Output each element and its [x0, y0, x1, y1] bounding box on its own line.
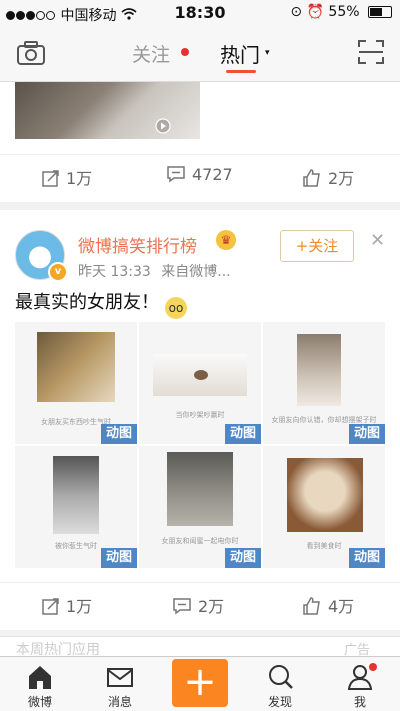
compose-button[interactable]: +: [172, 659, 228, 707]
active-tab-indicator: [226, 70, 256, 73]
action-bar: 1万 2万 4万: [0, 582, 400, 623]
dog-photo: [297, 334, 341, 406]
cat-photo: [53, 456, 99, 534]
alarm-icon: ⏰: [306, 4, 324, 20]
battery-percent: 55%: [328, 4, 360, 20]
grid-image[interactable]: 看到美食时 动图: [263, 446, 385, 568]
gif-badge: 动图: [225, 548, 261, 568]
gif-badge: 动图: [349, 424, 385, 444]
cat-photo: [37, 332, 115, 402]
tab-home[interactable]: 微博: [0, 657, 80, 711]
repost-button[interactable]: 1万: [42, 165, 92, 189]
tab-label: 消息: [107, 695, 132, 709]
comment-icon: [167, 166, 185, 183]
rotation-lock-icon: ⊙: [290, 4, 303, 20]
action-bar: 1万 4727 2万: [0, 154, 400, 195]
camera-icon[interactable]: [16, 40, 46, 70]
comment-button[interactable]: 4727: [166, 165, 233, 184]
comment-count: 4727: [192, 165, 233, 184]
envelope-icon: [107, 668, 133, 687]
tab-follow[interactable]: 关注: [132, 40, 170, 67]
post-username[interactable]: 微博搞笑排行榜: [78, 232, 197, 257]
repost-count: 1万: [66, 169, 93, 188]
chevron-down-icon[interactable]: ▾: [265, 48, 270, 58]
status-right: ⊙ ⏰ 55%: [290, 4, 392, 20]
repost-button[interactable]: 1万: [42, 593, 92, 617]
tab-me[interactable]: 我: [320, 657, 400, 711]
gif-badge: 动图: [225, 424, 261, 444]
grid-image[interactable]: 女朋友向你认错，你却想摆架子时 动图: [263, 322, 385, 444]
grid-image[interactable]: 女朋友和闺蜜一起电你时 动图: [139, 446, 261, 568]
image-caption: 女朋友和闺蜜一起电你时: [161, 537, 239, 545]
tab-discover[interactable]: 发现: [240, 657, 320, 711]
emoji-icon: oo: [165, 297, 187, 319]
close-icon[interactable]: ✕: [370, 230, 385, 251]
feed-card: v 微博搞笑排行榜 ♛ 昨天 13:33 来自微博... +关注 ✕ 最真实的女…: [0, 210, 400, 630]
status-bar: 中国移动 18:30 ⊙ ⏰ 55%: [0, 0, 400, 26]
post-meta: 昨天 13:33 来自微博...: [78, 261, 231, 281]
verified-badge-icon: v: [48, 262, 68, 282]
tab-label: 发现: [267, 695, 292, 709]
comment-count: 2万: [198, 597, 225, 616]
grid-image[interactable]: 被你惹生气时 动图: [15, 446, 137, 568]
notification-dot: [369, 663, 377, 671]
home-icon: [29, 666, 51, 689]
play-icon: [155, 118, 171, 134]
like-button[interactable]: 4万: [302, 593, 354, 617]
grid-image[interactable]: 当你吵架吵赢时 动图: [139, 322, 261, 444]
like-count: 2万: [328, 169, 355, 188]
repost-count: 1万: [66, 597, 93, 616]
scan-icon[interactable]: [358, 40, 384, 68]
dogs-photo: [167, 452, 233, 526]
gif-badge: 动图: [349, 548, 385, 568]
image-caption: 当你吵架吵赢时: [175, 411, 225, 419]
like-count: 4万: [328, 597, 355, 616]
grid-image[interactable]: 女朋友买东西吵生气时 动图: [15, 322, 137, 444]
dog-photo: [287, 458, 363, 532]
thumbs-up-icon: [303, 597, 320, 615]
follow-button[interactable]: +关注: [280, 230, 354, 262]
tab-label: 微博: [27, 695, 52, 709]
crown-icon: ♛: [216, 230, 236, 250]
battery-icon: [368, 6, 392, 18]
top-nav: 关注 热门 ▾: [0, 26, 400, 82]
tab-messages[interactable]: 消息: [80, 657, 160, 711]
post-text-content: 最真实的女朋友！: [15, 292, 159, 313]
comment-button[interactable]: 2万: [172, 593, 224, 617]
gif-badge: 动图: [101, 424, 137, 444]
post-source: 来自微博...: [161, 264, 231, 280]
repost-icon: [42, 170, 59, 187]
thumbs-up-icon: [303, 169, 320, 187]
search-icon: [269, 665, 293, 689]
tab-label: 我: [353, 695, 366, 709]
bottom-tab-bar: 微博 消息 + 发现 我: [0, 656, 400, 711]
comment-icon: [173, 598, 191, 615]
like-button[interactable]: 2万: [302, 165, 354, 189]
post-text: 最真实的女朋友！ oo: [15, 288, 187, 319]
tab-hot[interactable]: 热门: [220, 39, 260, 68]
new-badge-dot: [181, 48, 189, 56]
bird-shape: [194, 370, 208, 380]
repost-icon: [42, 598, 59, 615]
post-video-thumbnail[interactable]: [15, 82, 200, 139]
feed-card: 1万 4727 2万: [0, 82, 400, 202]
post-time: 昨天 13:33: [78, 264, 151, 280]
feed-card: 本周热门应用 广告: [0, 636, 400, 658]
gif-badge: 动图: [101, 548, 137, 568]
